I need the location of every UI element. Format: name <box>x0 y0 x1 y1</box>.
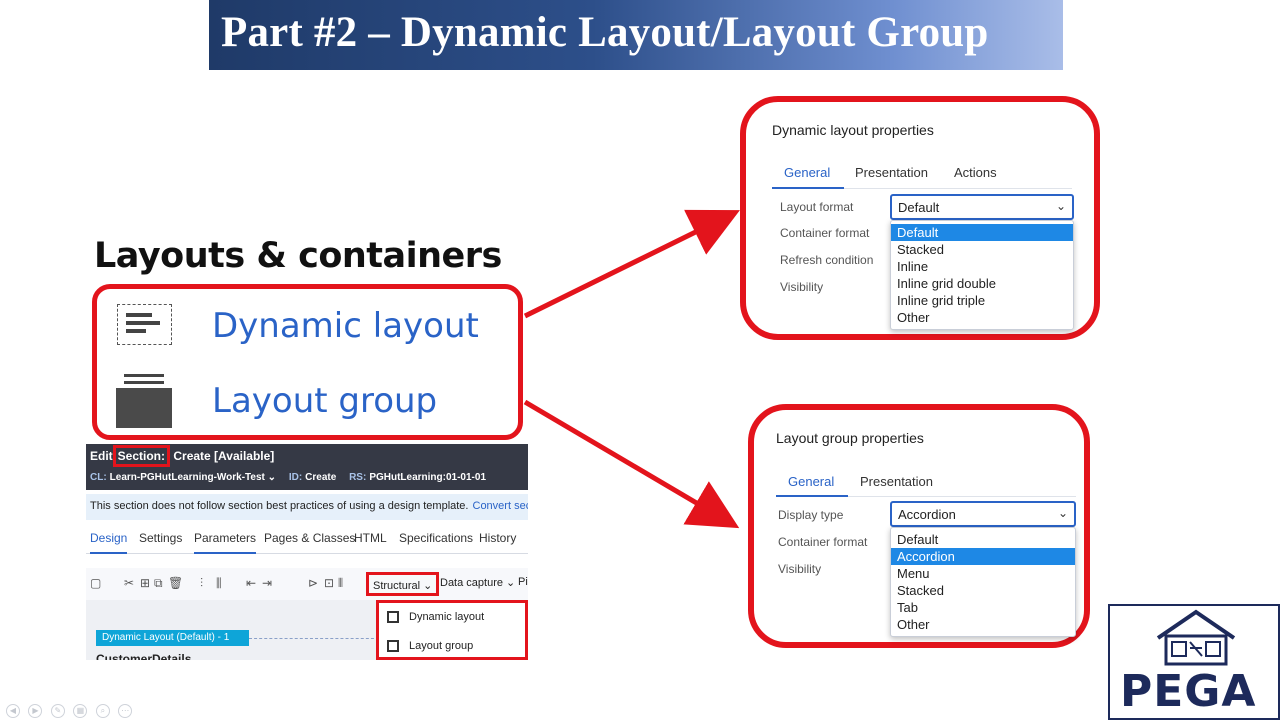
drop-indicator <box>249 638 379 639</box>
option-inline[interactable]: Inline <box>891 258 1073 275</box>
field-layout-format: Layout format <box>780 200 854 214</box>
class-dropdown[interactable]: Learn-PGHutLearning-Work-Test ⌄ <box>110 472 276 483</box>
tab-specifications[interactable]: Specifications <box>399 531 473 545</box>
tab-history[interactable]: History <box>479 531 516 545</box>
next-icon[interactable]: ▶ <box>28 704 43 718</box>
more-dropdown[interactable]: Pi <box>518 576 528 588</box>
tab-general[interactable]: General <box>784 165 830 180</box>
layout-group-properties-panel: Layout group properties General Presenta… <box>748 404 1090 648</box>
field-visibility: Visibility <box>780 280 824 294</box>
move-left-icon[interactable]: ⇤ <box>246 576 256 590</box>
copy-icon[interactable]: ⧉ <box>154 576 163 591</box>
option-stacked[interactable]: Stacked <box>891 241 1073 258</box>
menu-item-dynamic-layout[interactable]: Dynamic layout <box>387 611 484 624</box>
layout-item-group[interactable]: Layout group <box>212 381 437 421</box>
title-banner: Part #2 – Dynamic Layout/Layout Group <box>209 0 1063 70</box>
field-refresh-condition: Refresh condition <box>780 253 874 267</box>
tab-presentation[interactable]: Presentation <box>855 165 928 180</box>
menu-item-layout-group[interactable]: Layout group <box>387 640 473 653</box>
slides-icon[interactable]: ▦ <box>73 704 88 718</box>
section-editor: Edit Section: Create [Available] CL: Learn… <box>86 444 528 660</box>
pen-icon[interactable]: ✎ <box>50 704 65 718</box>
align-icon[interactable]: ⫶ <box>200 576 203 591</box>
option-other[interactable]: Other <box>891 616 1075 633</box>
move-right-icon[interactable]: ⇥ <box>262 576 272 590</box>
tab-parameters[interactable]: Parameters <box>194 531 257 554</box>
option-default[interactable]: Default <box>891 531 1075 548</box>
layouts-heading: Layouts & containers <box>94 236 502 276</box>
dynamic-layout-chip[interactable]: Dynamic Layout (Default) - 1 <box>96 630 249 646</box>
house-icon <box>1156 609 1236 666</box>
option-inline-grid-triple[interactable]: Inline grid triple <box>891 292 1073 309</box>
template-notice: This section does not follow section bes… <box>86 494 528 520</box>
tab-general[interactable]: General <box>788 474 834 489</box>
previous-icon[interactable]: ◀ <box>6 704 20 718</box>
option-accordion[interactable]: Accordion <box>891 548 1075 565</box>
panel-title: Layout group properties <box>776 430 924 446</box>
tab-settings[interactable]: Settings <box>139 531 182 545</box>
tab-actions[interactable]: Actions <box>954 165 997 180</box>
structural-menu: Dynamic layout Layout group <box>376 600 528 660</box>
cut-icon[interactable]: ✂ <box>124 576 134 590</box>
editor-header: Edit Section: Create [Available] CL: Learn… <box>86 444 528 490</box>
dynamic-layout-properties-panel: Dynamic layout properties General Presen… <box>740 96 1100 340</box>
tab-html[interactable]: HTML <box>354 531 387 545</box>
layout-group-icon <box>116 372 172 428</box>
logo-text: PEGA <box>1120 666 1257 717</box>
option-tab[interactable]: Tab <box>891 599 1075 616</box>
clipboard-icon[interactable]: ▢ <box>90 576 101 590</box>
field-display-type: Display type <box>778 508 844 522</box>
editor-toolbar: ▢ ✂ ⊞ ⧉ 🗑 ⫶ ⫼ ⇤ ⇥ ⊳ ⊡ ⫴ Structural ⌄ Dat… <box>86 568 528 600</box>
distribute-icon[interactable]: ⫼ <box>216 576 222 591</box>
structural-dropdown[interactable]: Structural ⌄ <box>366 572 440 596</box>
layout-item-dynamic[interactable]: Dynamic layout <box>212 306 479 346</box>
field-visibility: Visibility <box>778 562 822 576</box>
arrow-to-dynamic-panel <box>523 209 740 319</box>
wrap-icon[interactable]: ⊡ <box>324 576 334 590</box>
editor-title: Edit Section: Create [Available] <box>90 445 274 467</box>
customer-details-label: CustomerDetails <box>96 652 192 660</box>
chevron-down-icon: ⌄ <box>1055 199 1066 213</box>
pega-logo: PEGA <box>1108 604 1280 720</box>
chevron-down-icon: ⌄ <box>1057 506 1068 520</box>
editor-meta: CL: Learn-PGHutLearning-Work-Test ⌄ ID: Cr… <box>90 472 487 483</box>
zoom-icon[interactable]: ⌕ <box>95 704 110 718</box>
option-menu[interactable]: Menu <box>891 565 1075 582</box>
slide-title: Part #2 – Dynamic Layout/Layout Group <box>221 9 989 56</box>
display-type-options: Default Accordion Menu Stacked Tab Other <box>890 527 1076 637</box>
field-container-format: Container format <box>780 226 870 240</box>
editor-tabs: Design Settings Parameters Pages & Class… <box>86 524 528 554</box>
tab-presentation[interactable]: Presentation <box>860 474 933 489</box>
columns-icon[interactable]: ⫴ <box>338 576 343 591</box>
display-type-select[interactable]: Accordion ⌄ <box>890 501 1076 527</box>
option-inline-grid-double[interactable]: Inline grid double <box>891 275 1073 292</box>
dynamic-layout-icon <box>117 304 172 345</box>
dynamic-layout-icon <box>387 611 399 624</box>
insert-icon[interactable]: ⊳ <box>308 576 318 590</box>
option-other[interactable]: Other <box>891 309 1073 326</box>
more-icon[interactable]: ⋯ <box>118 704 133 718</box>
layout-format-options: Default Stacked Inline Inline grid doubl… <box>890 220 1074 330</box>
add-icon[interactable]: ⊞ <box>140 576 150 590</box>
option-default[interactable]: Default <box>891 224 1073 241</box>
layout-group-icon <box>387 640 399 653</box>
convert-section-link[interactable]: Convert section to use <box>473 500 529 512</box>
section-label-highlight: Section: <box>112 445 171 467</box>
option-stacked[interactable]: Stacked <box>891 582 1075 599</box>
tab-pages-classes[interactable]: Pages & Classes <box>264 531 355 545</box>
data-capture-dropdown[interactable]: Data capture ⌄ <box>440 576 515 589</box>
slideshow-controls: ◀ ▶ ✎ ▦ ⌕ ⋯ <box>6 700 136 718</box>
layout-format-select[interactable]: Default ⌄ <box>890 194 1074 220</box>
field-container-format: Container format <box>778 535 868 549</box>
panel-title: Dynamic layout properties <box>772 122 934 138</box>
arrow-to-group-panel <box>523 399 740 529</box>
tab-design[interactable]: Design <box>90 531 128 554</box>
delete-icon[interactable]: 🗑 <box>168 576 183 590</box>
